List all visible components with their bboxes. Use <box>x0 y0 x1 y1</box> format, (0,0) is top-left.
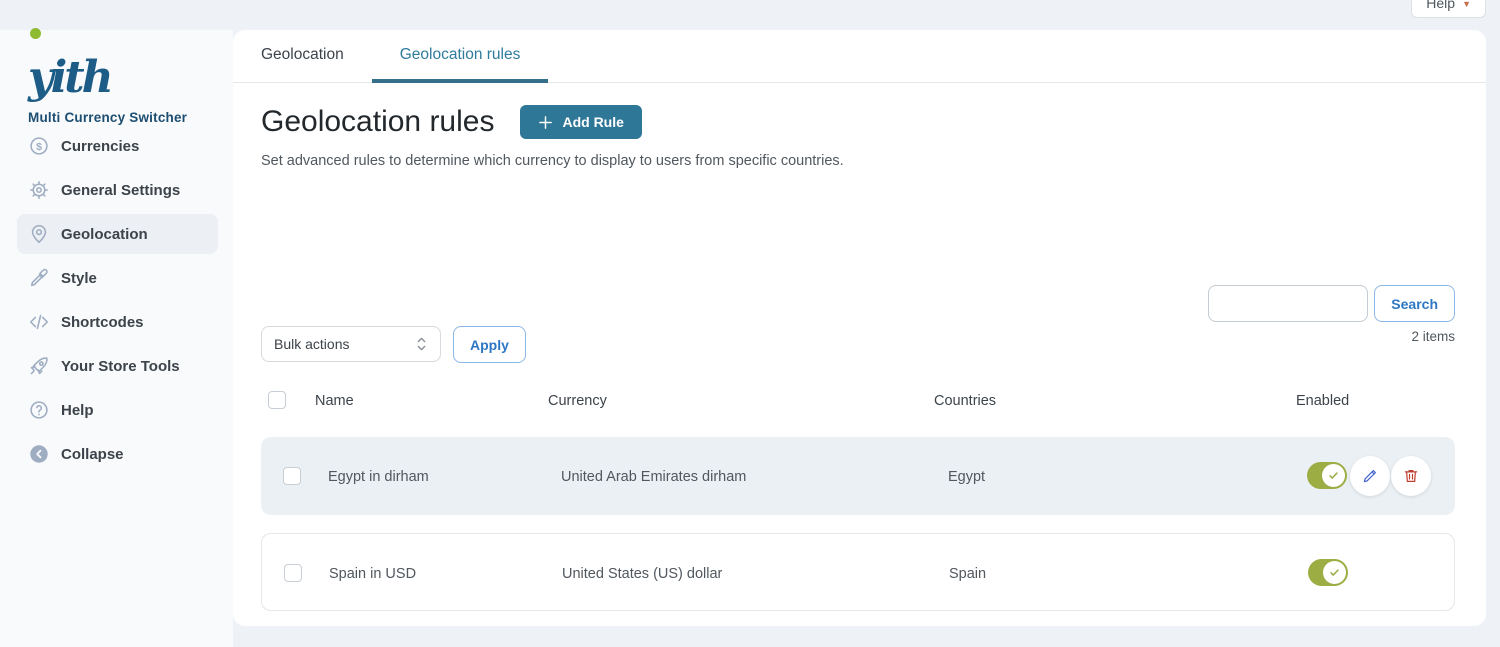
yith-logo: yith <box>28 56 111 100</box>
plus-icon <box>538 115 553 130</box>
page-title: Geolocation rules <box>261 105 494 139</box>
logo-dot <box>30 28 41 39</box>
edit-rule-button[interactable] <box>1350 456 1390 496</box>
check-icon <box>1328 470 1339 481</box>
sidebar-item-geolocation[interactable]: Geolocation <box>17 214 218 254</box>
tab-geolocation-rules[interactable]: Geolocation rules <box>372 30 549 83</box>
brand: yith Multi Currency Switcher <box>0 30 233 125</box>
chevron-down-icon: ▼ <box>1462 0 1471 11</box>
rule-name: Spain in USD <box>329 566 416 582</box>
code-icon <box>27 310 51 334</box>
column-header-name: Name <box>315 393 354 409</box>
rule-currency: United States (US) dollar <box>562 566 722 582</box>
help-dropdown-label: Help <box>1426 0 1455 11</box>
add-rule-button[interactable]: Add Rule <box>520 105 641 139</box>
toggle-knob <box>1323 561 1346 584</box>
main-panel: Geolocation Geolocation rules Geolocatio… <box>233 30 1486 626</box>
sidebar-item-label: Shortcodes <box>61 314 144 331</box>
bulk-actions-selected-value: Bulk actions <box>274 336 349 352</box>
help-dropdown-button[interactable]: Help ▼ <box>1411 0 1486 18</box>
pencil-icon <box>1361 467 1379 485</box>
enabled-toggle[interactable] <box>1307 462 1347 489</box>
sidebar-item-label: General Settings <box>61 182 180 199</box>
sidebar-item-label: Help <box>61 402 94 419</box>
row-checkbox[interactable] <box>283 467 301 485</box>
check-icon <box>1329 567 1340 578</box>
items-count: 2 items <box>1411 329 1455 344</box>
rule-countries: Egypt <box>948 469 985 485</box>
column-header-countries: Countries <box>934 393 996 409</box>
select-chevrons-icon <box>415 336 428 352</box>
sidebar-item-label: Currencies <box>61 138 139 155</box>
question-circle-icon <box>27 398 51 422</box>
sidebar-item-shortcodes[interactable]: Shortcodes <box>17 302 218 342</box>
sidebar-item-help[interactable]: Help <box>17 390 218 430</box>
enabled-toggle[interactable] <box>1308 559 1348 586</box>
sidebar-item-style[interactable]: Style <box>17 258 218 298</box>
search-input[interactable] <box>1208 285 1368 322</box>
tab-bar: Geolocation Geolocation rules <box>233 30 1486 83</box>
add-rule-label: Add Rule <box>562 114 623 130</box>
svg-text:$: $ <box>36 141 42 153</box>
sidebar: yith Multi Currency Switcher $ Currencie… <box>0 30 233 647</box>
map-pin-icon <box>27 222 51 246</box>
sidebar-item-collapse[interactable]: Collapse <box>17 434 218 474</box>
sidebar-item-label: Style <box>61 270 97 287</box>
search-button[interactable]: Search <box>1374 285 1455 322</box>
page-description: Set advanced rules to determine which cu… <box>261 153 1455 169</box>
dollar-circle-icon: $ <box>27 134 51 158</box>
sidebar-item-label: Geolocation <box>61 226 148 243</box>
apply-button[interactable]: Apply <box>453 326 526 363</box>
tab-geolocation[interactable]: Geolocation <box>233 30 372 83</box>
collapse-arrow-icon <box>27 442 51 466</box>
toggle-knob <box>1322 464 1345 487</box>
sidebar-item-currencies[interactable]: $ Currencies <box>17 126 218 166</box>
delete-rule-button[interactable] <box>1391 456 1431 496</box>
rule-currency: United Arab Emirates dirham <box>561 469 746 485</box>
rule-name: Egypt in dirham <box>328 469 429 485</box>
column-header-enabled: Enabled <box>1296 393 1349 409</box>
table-row[interactable]: Egypt in dirham United Arab Emirates dir… <box>261 437 1455 515</box>
rule-countries: Spain <box>949 566 986 582</box>
tab-content: Geolocation rules Add Rule Set advanced … <box>233 83 1486 624</box>
gear-icon <box>27 178 51 202</box>
table-row[interactable]: Spain in USD United States (US) dollar S… <box>261 533 1455 611</box>
sidebar-item-general-settings[interactable]: General Settings <box>17 170 218 210</box>
sidebar-item-label: Your Store Tools <box>61 358 180 375</box>
trash-icon <box>1402 467 1420 485</box>
row-checkbox[interactable] <box>284 564 302 582</box>
eyedropper-icon <box>27 266 51 290</box>
rocket-icon <box>27 354 51 378</box>
bulk-actions-select[interactable]: Bulk actions <box>261 326 441 362</box>
sidebar-item-label: Collapse <box>61 446 124 463</box>
select-all-checkbox[interactable] <box>268 391 286 409</box>
plugin-name: Multi Currency Switcher <box>28 110 233 125</box>
column-header-currency: Currency <box>548 393 607 409</box>
table-header: Name Currency Countries Enabled <box>233 388 1486 418</box>
sidebar-nav: $ Currencies General Settings Geolocatio… <box>17 126 218 478</box>
sidebar-item-your-store-tools[interactable]: Your Store Tools <box>17 346 218 386</box>
